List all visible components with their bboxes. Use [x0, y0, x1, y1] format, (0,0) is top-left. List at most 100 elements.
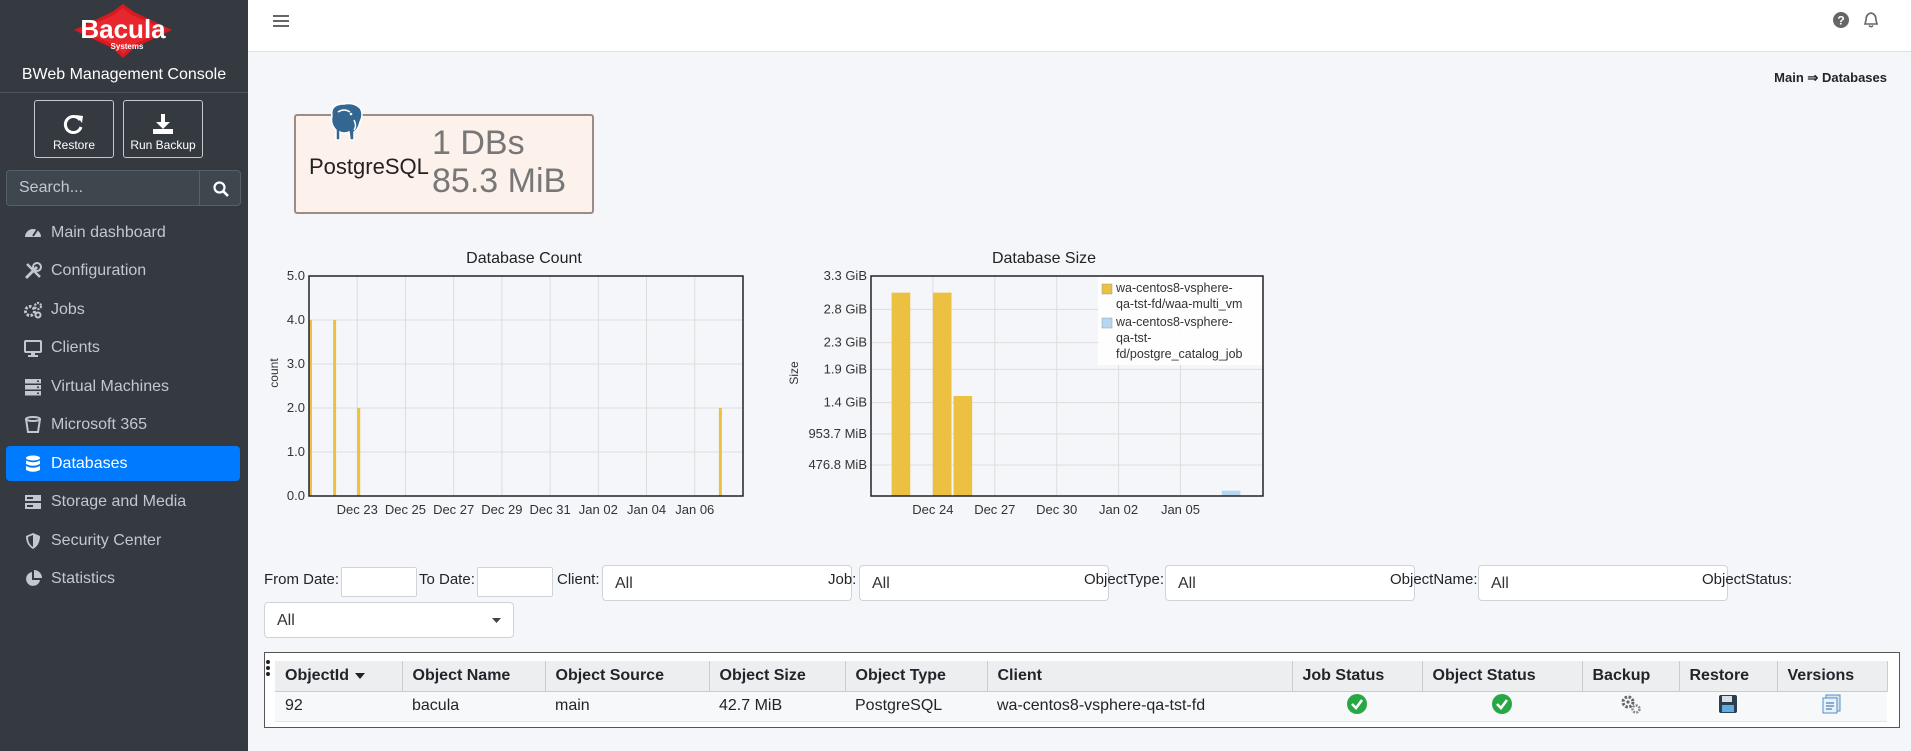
x-axis-ticks: Dec 24 Dec 27 Dec 30 Jan 02 Jan 05	[912, 502, 1200, 517]
object-type-select[interactable]: All	[1165, 565, 1415, 601]
legend-swatch	[1101, 317, 1113, 329]
client-select-value: All	[615, 575, 633, 592]
object-type-label: ObjectType:	[1084, 571, 1165, 588]
object-status-select[interactable]: All	[264, 602, 514, 638]
bar	[357, 408, 361, 496]
legend-label: wa-centos8-vsphere-	[1115, 315, 1233, 329]
success-check-icon	[1492, 693, 1512, 714]
job-select-value: All	[872, 575, 890, 592]
breadcrumb-separator: ⇒	[1807, 70, 1819, 85]
column-header-versions[interactable]: Versions	[1777, 661, 1888, 692]
legend-label: fd/postgre_catalog_job	[1116, 347, 1243, 361]
y-axis-ticks: 0.0 1.0 2.0 3.0 4.0 5.0	[287, 268, 305, 503]
breadcrumb: Main ⇒ Databases	[1774, 70, 1887, 86]
bar	[891, 292, 911, 496]
column-header-client[interactable]: Client	[987, 661, 1293, 692]
x-tick-label: Dec 27	[433, 502, 474, 517]
chart-grid	[309, 275, 743, 497]
cell-object-id: 92	[275, 691, 402, 722]
column-header-object-size[interactable]: Object Size	[709, 661, 846, 692]
y-tick-label: 476.8 MiB	[808, 457, 867, 472]
column-header-backup[interactable]: Backup	[1582, 661, 1680, 692]
y-tick-label: 1.0	[287, 444, 305, 459]
notifications-bell-icon[interactable]	[1862, 11, 1880, 29]
y-tick-label: 5.0	[287, 268, 305, 283]
x-tick-label: Dec 25	[385, 502, 426, 517]
floppy-disk-icon[interactable]	[1718, 694, 1738, 714]
x-tick-label: Jan 04	[627, 502, 666, 517]
column-header-job-status[interactable]: Job Status	[1292, 661, 1423, 692]
x-tick-label: Jan 02	[1099, 502, 1138, 517]
x-tick-label: Dec 23	[337, 502, 378, 517]
sidebar-item-label: Virtual Machines	[51, 378, 169, 395]
bucket-icon	[25, 416, 41, 433]
y-tick-label: 1.4 GiB	[824, 395, 867, 410]
x-tick-label: Jan 02	[579, 502, 618, 517]
run-backup-button[interactable]: Run Backup	[123, 100, 203, 158]
column-menu-icon[interactable]	[265, 659, 275, 679]
search-button[interactable]	[199, 170, 241, 206]
legend-label: wa-centos8-vsphere-	[1115, 281, 1233, 295]
chart-legend[interactable]: wa-centos8-vsphere-qa-tst-fd/waa-multi_v…	[1098, 277, 1262, 365]
object-name-select[interactable]: All	[1478, 565, 1728, 601]
hamburger-menu-icon[interactable]	[272, 12, 290, 30]
bacula-logo[interactable]: Bacula Systems	[64, 2, 182, 60]
sidebar-item-label: Statistics	[51, 570, 116, 587]
job-label: Job:	[828, 571, 857, 588]
chevron-down-icon	[492, 618, 501, 623]
console-title: BWeb Management Console	[21, 66, 227, 83]
to-date-input[interactable]	[477, 567, 553, 597]
legend-label: qa-tst-	[1116, 331, 1151, 345]
object-type-select-value: All	[1178, 575, 1196, 592]
sidebar-item-label: Storage and Media	[51, 493, 187, 510]
sidebar-item-security-center[interactable]: Security Center	[6, 523, 240, 558]
client-label: Client:	[557, 571, 600, 588]
column-header-label: ObjectId	[285, 666, 350, 684]
column-header-object-source[interactable]: Object Source	[545, 661, 710, 692]
gears-icon[interactable]	[1620, 694, 1642, 714]
sidebar-item-clients[interactable]: Clients	[6, 330, 240, 365]
y-tick-label: 1.9 GiB	[824, 361, 867, 376]
sidebar-item-statistics[interactable]: Statistics	[6, 561, 240, 596]
client-select[interactable]: All	[602, 565, 852, 601]
sidebar-item-label: Jobs	[51, 301, 85, 318]
restore-button[interactable]: Restore	[34, 100, 114, 158]
versions-list-icon[interactable]	[1822, 694, 1842, 714]
sidebar-item-storage-and-media[interactable]: Storage and Media	[6, 484, 240, 519]
tools-icon	[24, 262, 42, 280]
storage-icon	[25, 495, 41, 509]
sidebar: Bacula Systems BWeb Management Console R…	[0, 0, 248, 751]
sidebar-item-virtual-machines[interactable]: Virtual Machines	[6, 369, 240, 404]
sidebar-item-jobs[interactable]: Jobs	[6, 292, 240, 327]
column-header-object-id[interactable]: ObjectId	[275, 661, 403, 692]
sidebar-item-microsoft-365[interactable]: Microsoft 365	[6, 407, 240, 442]
column-header-object-name[interactable]: Object Name	[402, 661, 546, 692]
column-header-restore[interactable]: Restore	[1679, 661, 1778, 692]
bar	[1221, 490, 1241, 496]
column-header-object-status[interactable]: Object Status	[1422, 661, 1583, 692]
dashboard-icon	[25, 229, 41, 237]
breadcrumb-main-link[interactable]: Main	[1774, 70, 1804, 85]
x-axis-ticks: Dec 23 Dec 25 Dec 27 Dec 29 Dec 31 Jan 02 Jan …	[337, 502, 715, 517]
help-icon[interactable]: ?	[1832, 11, 1850, 29]
table-row[interactable]: 92 bacula main 42.7 MiB PostgreSQL wa-ce…	[275, 691, 1887, 722]
bar	[333, 320, 337, 496]
logo-sub-text: Systems	[111, 42, 144, 51]
run-backup-button-label: Run Backup	[130, 138, 196, 152]
sidebar-item-main-dashboard[interactable]: Main dashboard	[6, 215, 240, 250]
from-date-input[interactable]	[341, 567, 417, 597]
job-select[interactable]: All	[859, 565, 1109, 601]
plot-frame	[308, 275, 744, 497]
objects-table: ObjectId Object Name Object Source Objec…	[275, 661, 1888, 722]
sidebar-item-databases[interactable]: Databases	[6, 446, 240, 481]
cell-object-size: 42.7 MiB	[709, 691, 845, 722]
search-input[interactable]	[6, 170, 199, 206]
to-date-label: To Date:	[419, 571, 475, 588]
column-header-object-type[interactable]: Object Type	[845, 661, 988, 692]
shield-icon	[26, 533, 40, 549]
x-tick-label: Jan 05	[1161, 502, 1200, 517]
refresh-icon	[63, 115, 83, 134]
download-icon	[153, 114, 173, 134]
cogs-icon	[24, 301, 42, 319]
sidebar-item-configuration[interactable]: Configuration	[6, 253, 240, 288]
